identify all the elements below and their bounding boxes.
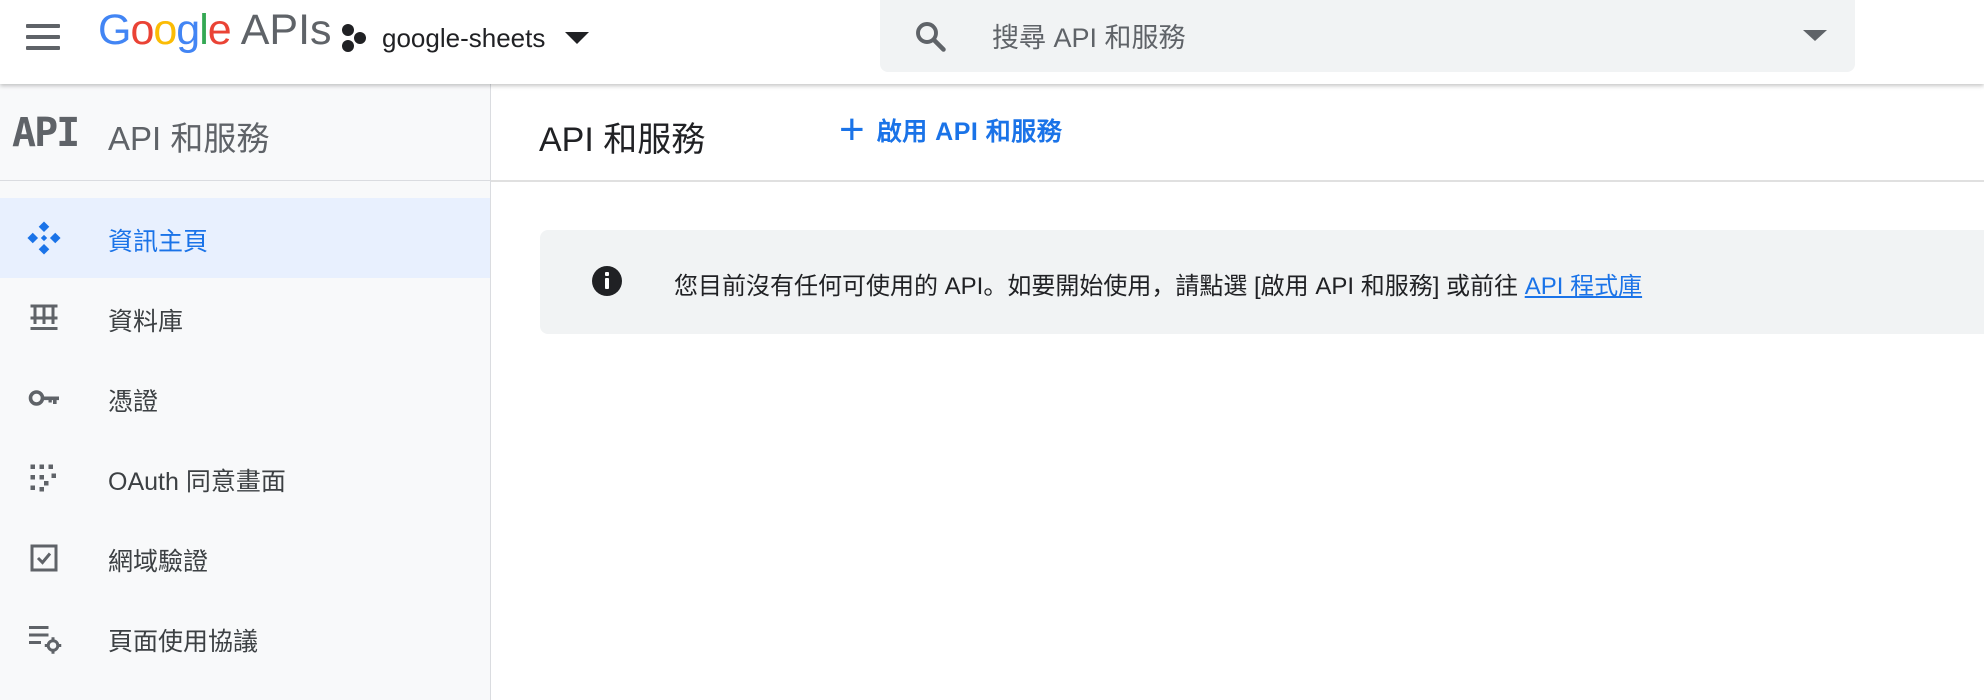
sidebar: API API 和服務 資訊主頁 資料庫 憑證 OAuth 同意畫面 網域驗證 … [0,84,491,700]
info-icon [592,266,622,296]
menu-icon[interactable] [22,16,64,58]
dashboard-icon [27,221,61,255]
plus-icon: + [839,105,865,154]
sidebar-item-domain-verification[interactable]: 網域驗證 [0,518,490,598]
sidebar-item-library[interactable]: 資料庫 [0,278,490,358]
sidebar-item-label: 頁面使用協議 [108,628,259,656]
page-title: API 和服務 [539,121,706,159]
project-selector[interactable]: google-sheets [340,18,590,58]
library-icon [30,304,58,330]
project-hexagons-icon [342,24,366,52]
sidebar-nav: 資訊主頁 資料庫 憑證 OAuth 同意畫面 網域驗證 頁面使用協議 [0,198,490,678]
key-icon [28,390,59,406]
sidebar-item-credentials[interactable]: 憑證 [0,358,490,438]
api-logo-icon: API [12,110,80,156]
sidebar-header: API API 和服務 [0,84,490,181]
search-icon[interactable] [912,18,948,54]
sidebar-item-dashboard[interactable]: 資訊主頁 [0,198,490,278]
checkbox-icon [30,544,58,572]
api-library-link[interactable]: API 程式庫 [1525,273,1642,300]
sidebar-title: API 和服務 [108,120,270,157]
sidebar-item-label: 資料庫 [108,308,184,336]
sidebar-item-page-usage-agreements[interactable]: 頁面使用協議 [0,598,490,678]
search-input[interactable]: 搜尋 API 和服務 [992,16,1186,55]
info-message-text: 您目前沒有任何可使用的 API。如要開始使用，請點選 [啟用 API 和服務] … [674,273,1525,300]
info-banner: 您目前沒有任何可使用的 API。如要開始使用，請點選 [啟用 API 和服務] … [540,230,1984,334]
google-apis-logo[interactable]: Google APIs [98,6,332,56]
search-dropdown-icon[interactable] [1803,30,1827,41]
sidebar-item-label: OAuth 同意畫面 [108,468,286,496]
info-message: 您目前沒有任何可使用的 API。如要開始使用，請點選 [啟用 API 和服務] … [674,266,1642,301]
oauth-consent-icon [30,464,56,492]
enable-apis-label: 啟用 API 和服務 [876,118,1063,146]
sidebar-item-label: 網域驗證 [108,548,209,576]
search-bar[interactable]: 搜尋 API 和服務 [880,0,1855,72]
enable-apis-button[interactable]: + 啟用 API 和服務 [839,108,1062,152]
top-app-bar: Google APIs google-sheets 搜尋 API 和服務 [0,0,1984,84]
sidebar-item-oauth-consent[interactable]: OAuth 同意畫面 [0,438,490,518]
project-name: google-sheets [382,22,546,53]
page-header: API 和服務 + 啟用 API 和服務 [491,84,1984,182]
chevron-down-icon [565,32,590,44]
sidebar-item-label: 憑證 [108,388,159,416]
settings-list-icon [29,626,62,654]
sidebar-item-label: 資訊主頁 [108,228,209,256]
